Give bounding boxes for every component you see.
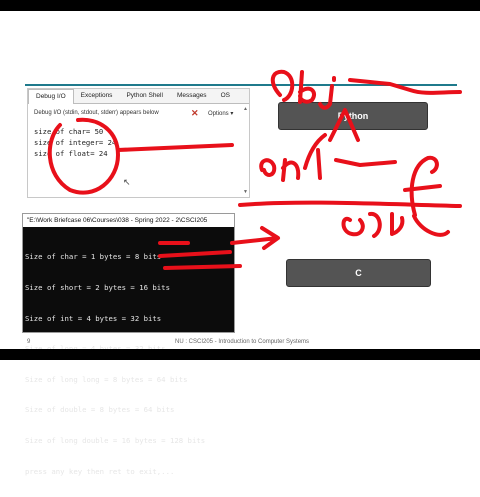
debug-output-line: size of integer= 24	[34, 138, 117, 147]
ink-word-and	[259, 133, 397, 182]
bottom-letterbox	[0, 349, 480, 360]
console-line: Size of int = 4 bytes = 32 bits	[25, 313, 162, 323]
course-footer: NU : CSCI205 - Introduction to Computer …	[175, 339, 310, 345]
top-letterbox	[0, 0, 480, 11]
ink-arrow-console	[230, 226, 280, 250]
ink-scribble-c	[341, 211, 450, 238]
console-window: "E:\Work Briefcase 06\Courses\038 - Spri…	[22, 213, 235, 476]
scroll-down-icon[interactable]: ▼	[243, 189, 248, 195]
console-line: Size of char = 1 bytes = 8 bits	[25, 252, 162, 262]
ink-letter-f	[403, 155, 442, 217]
close-icon[interactable]: ✕	[191, 108, 199, 119]
debug-tab-bar: Debug I/O Exceptions Python Shell Messag…	[28, 89, 249, 104]
options-dropdown[interactable]: Options ▾	[208, 110, 233, 117]
console-output: Size of char = 1 bytes = 8 bits Size of …	[25, 232, 205, 497]
console-line: press any key then ret to exit,...	[25, 466, 175, 476]
debug-io-panel: Debug I/O Exceptions Python Shell Messag…	[27, 88, 250, 198]
console-line: Size of short = 2 bytes = 16 bits	[25, 283, 170, 293]
slide-number: 9	[27, 339, 31, 345]
scroll-up-icon[interactable]: ▲	[243, 106, 248, 112]
debug-io-body: Debug I/O (stdin, stdout, stderr) appear…	[28, 104, 249, 197]
debug-io-caption: Debug I/O (stdin, stdout, stderr) appear…	[34, 110, 159, 116]
tab-os[interactable]: OS	[214, 89, 237, 103]
title-divider	[25, 84, 457, 86]
tab-python-shell[interactable]: Python Shell	[119, 89, 170, 103]
python-button[interactable]: Python	[278, 102, 428, 130]
console-line: Size of long double = 16 bytes = 128 bit…	[25, 436, 206, 446]
c-button[interactable]: C	[286, 259, 431, 287]
debug-output-line: size of char= 50	[34, 127, 104, 136]
debug-output: size of char= 50 size of integer= 24 size …	[34, 126, 116, 159]
tab-messages[interactable]: Messages	[170, 89, 214, 103]
debug-output-line: size of float= 24	[34, 149, 108, 158]
console-title-bar: "E:\Work Briefcase 06\Courses\038 - Spri…	[23, 214, 234, 227]
mouse-cursor-icon: ↖	[123, 177, 131, 187]
tab-debug-io[interactable]: Debug I/O	[28, 89, 74, 104]
tab-exceptions[interactable]: Exceptions	[74, 89, 120, 103]
ink-long-underline	[238, 200, 462, 208]
console-line: Size of double = 8 bytes = 64 bits	[25, 405, 175, 415]
console-line: Size of long long = 8 bytes = 64 bits	[25, 374, 188, 384]
